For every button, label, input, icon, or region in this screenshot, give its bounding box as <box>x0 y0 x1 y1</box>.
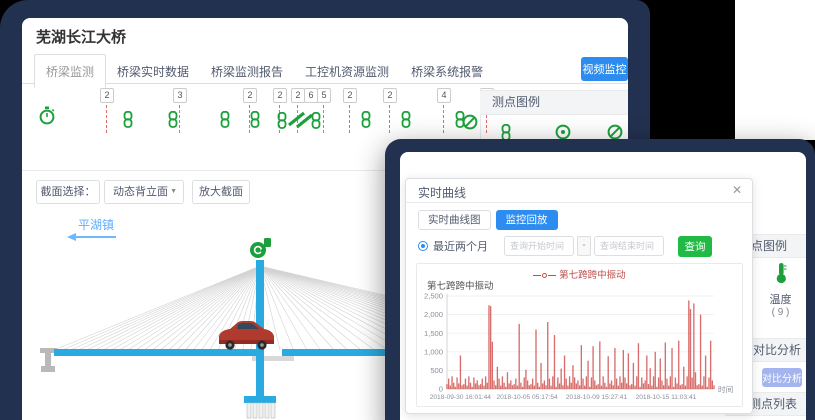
modal-title: 实时曲线 <box>418 184 466 201</box>
pier-cap <box>244 396 276 403</box>
main-tabs: 桥梁监测桥梁实时数据桥梁监测报告工控机资源监测桥梁系统报警 <box>22 63 494 80</box>
timeline-count-badge[interactable]: 2 <box>243 88 257 103</box>
modal-tab[interactable]: 监控回放 <box>496 210 558 230</box>
chain-icon[interactable] <box>400 111 412 133</box>
svg-text:2018-10-05 05:17:54: 2018-10-05 05:17:54 <box>496 394 558 401</box>
timeline-dashed-line <box>179 105 180 133</box>
temperature-label: 温度 <box>755 291 806 307</box>
svg-text:0: 0 <box>439 385 443 394</box>
svg-text:时间: 时间 <box>718 384 733 394</box>
bascule-span-icon[interactable] <box>276 108 322 135</box>
timeline-count-badge[interactable]: 2 <box>383 88 397 103</box>
bridge-status-timeline: 23222652242 <box>22 86 480 142</box>
section-select-value: 动态背立面 <box>113 186 168 198</box>
close-icon[interactable]: ✕ <box>732 183 742 197</box>
timeline-count-badge[interactable]: 6 <box>304 88 318 103</box>
chain-icon[interactable] <box>360 111 372 133</box>
anemometer-icon <box>250 238 271 258</box>
timeline-count-badge[interactable]: 2 <box>291 88 305 103</box>
radio-selected-icon[interactable] <box>418 241 428 251</box>
query-end-input[interactable] <box>594 236 664 256</box>
enlarge-section-button[interactable]: 放大截面 <box>192 180 250 204</box>
stopwatch-icon <box>38 106 56 130</box>
realtime-curve-modal: 实时曲线 ✕ 实时曲线图监控回放 最近两个月 - 查询 第七跨跨中振动 <box>405 178 753 414</box>
main-tab[interactable]: 桥梁系统报警 <box>400 55 494 87</box>
bridge-deck-left <box>54 349 262 356</box>
main-tabbar: 桥梁监测桥梁实时数据桥梁监测报告工控机资源监测桥梁系统报警 视频监控 <box>22 54 628 84</box>
section-select-label: 截面选择： <box>36 180 100 204</box>
legend-panel-title: 测点图例 <box>492 95 540 109</box>
overlay-window-frame: 测点图例 温度 ( 9 ) 对比分析 对比分析 测点列表 实 <box>385 139 815 420</box>
chart-container: 第七跨跨中振动 第七跨跨中振动 05001,0001,5002,0002,500… <box>416 263 743 407</box>
svg-text:2,000: 2,000 <box>424 310 443 319</box>
timeline-count-badge[interactable]: 4 <box>437 88 451 103</box>
modal-tabs: 实时曲线图监控回放 <box>418 210 563 230</box>
svg-text:2018-10-15 11:03:41: 2018-10-15 11:03:41 <box>636 394 697 401</box>
svg-text:1,500: 1,500 <box>424 329 443 338</box>
timeline-dashed-line <box>323 105 324 133</box>
legend-marker-line <box>533 275 541 276</box>
main-tab[interactable]: 桥梁监测报告 <box>200 55 294 87</box>
timeline-count-badge[interactable]: 2 <box>343 88 357 103</box>
timeline-dashed-line <box>389 105 390 133</box>
svg-text:2018-09-30 16:01:44: 2018-09-30 16:01:44 <box>430 394 492 401</box>
legend-marker-line <box>548 275 556 276</box>
legend-marker-dot <box>542 273 547 278</box>
pier-piles <box>247 403 275 418</box>
temperature-count: ( 9 ) <box>755 307 806 318</box>
timeline-dashed-line <box>349 105 350 133</box>
no-entry-icon[interactable] <box>462 114 478 135</box>
timeline-dashed-line <box>443 105 444 133</box>
chart-legend[interactable]: 第七跨跨中振动 <box>417 264 742 278</box>
page-title: 芜湖长江大桥 <box>36 26 126 47</box>
chain-icon[interactable] <box>122 111 134 133</box>
video-monitor-button[interactable]: 视频监控 <box>581 57 628 81</box>
timeline-count-badge[interactable]: 3 <box>173 88 187 103</box>
chain-icon[interactable] <box>249 111 261 133</box>
svg-text:2,500: 2,500 <box>424 292 443 301</box>
main-tab[interactable]: 桥梁监测 <box>34 54 106 88</box>
svg-text:500: 500 <box>430 366 443 375</box>
overlay-window: 测点图例 温度 ( 9 ) 对比分析 对比分析 测点列表 实 <box>400 152 806 420</box>
dropdown-caret-icon: ▼ <box>170 181 177 203</box>
timeline-dashed-line <box>106 105 107 133</box>
thermometer-icon <box>774 262 788 284</box>
query-range-label: 最近两个月 <box>433 238 488 254</box>
query-row: 最近两个月 - 查询 <box>418 235 742 257</box>
temperature-legend-item[interactable]: 温度 ( 9 ) <box>755 262 806 318</box>
svg-text:2018-10-09 15:27:41: 2018-10-09 15:27:41 <box>566 394 628 401</box>
query-start-input[interactable] <box>504 236 574 256</box>
modal-header: 实时曲线 ✕ <box>406 179 752 203</box>
timeline-count-badge[interactable]: 2 <box>100 88 114 103</box>
chain-icon[interactable] <box>167 111 179 133</box>
vibration-chart: 0 500 1,000 1,500 2,000 2,500 2018-09-30 16:01… <box>417 291 742 403</box>
timeline-count-badge[interactable]: 2 <box>273 88 287 103</box>
main-tab[interactable]: 桥梁实时数据 <box>106 55 200 87</box>
background-patch <box>735 0 815 140</box>
screenshot-stage: 芜湖长江大桥 桥梁监测桥梁实时数据桥梁监测报告工控机资源监测桥梁系统报警 视频监… <box>0 0 815 420</box>
compare-analysis-button[interactable]: 对比分析 <box>762 368 802 387</box>
timeline-count-badge[interactable]: 5 <box>317 88 331 103</box>
legend-panel-header: 测点图例 <box>480 90 628 115</box>
legend-series-label: 第七跨跨中振动 <box>559 270 626 281</box>
car <box>219 321 274 350</box>
main-tab[interactable]: 工控机资源监测 <box>294 55 400 87</box>
query-submit-button[interactable]: 查询 <box>678 236 712 257</box>
section-select-dropdown[interactable]: 动态背立面 ▼ <box>104 180 184 204</box>
svg-text:1,000: 1,000 <box>424 347 443 356</box>
query-separator: - <box>577 236 591 256</box>
chain-icon[interactable] <box>219 111 231 133</box>
modal-tab[interactable]: 实时曲线图 <box>418 210 491 230</box>
